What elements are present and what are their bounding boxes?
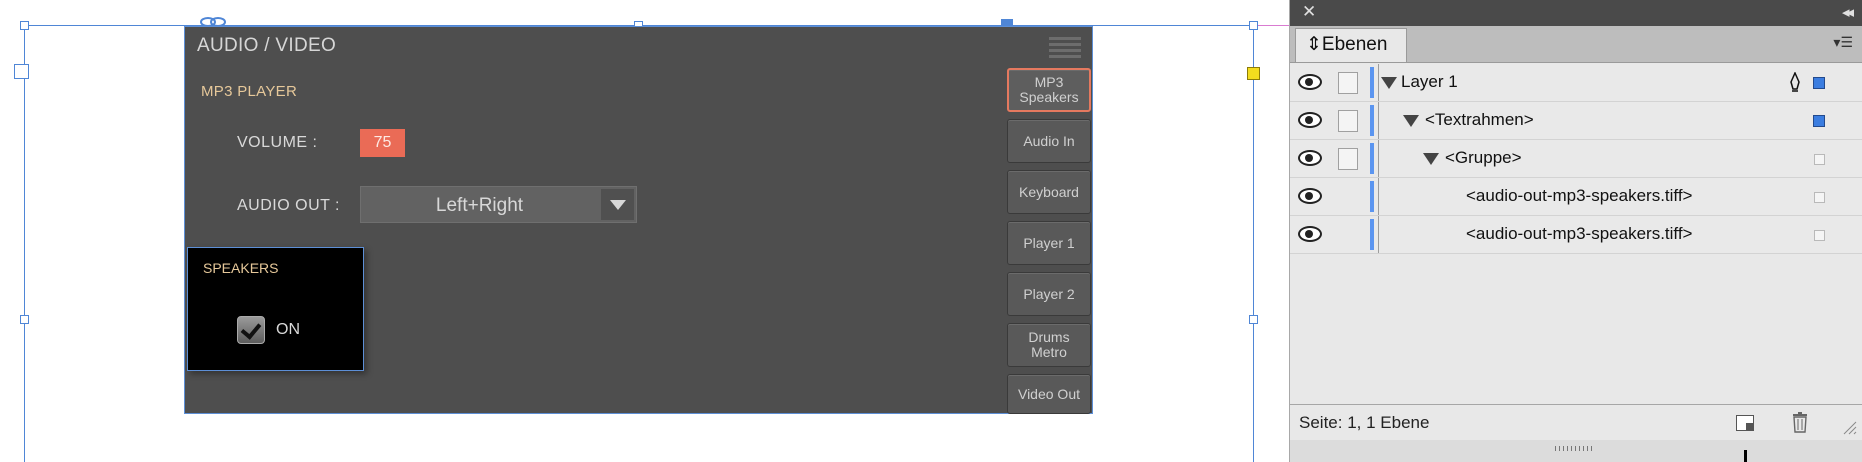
- layer-name: <audio-out-mp3-speakers.tiff>: [1466, 224, 1693, 243]
- audio-out-select[interactable]: Left+Right: [360, 186, 637, 223]
- expand-triangle-icon[interactable]: [1403, 115, 1419, 127]
- speakers-heading: SPEAKERS: [203, 260, 279, 276]
- guide-line-pink: [1254, 25, 1289, 26]
- tab-layers[interactable]: ⇕Ebenen: [1295, 28, 1407, 62]
- tab-audio-in[interactable]: Audio In: [1007, 119, 1091, 163]
- speakers-on-label: ON: [276, 321, 300, 338]
- audio-out-label: AUDIO OUT :: [237, 197, 340, 214]
- text-cursor-icon: [1744, 450, 1747, 462]
- audio-out-value: Left+Right: [435, 195, 524, 216]
- selection-indicator-empty[interactable]: [1814, 192, 1825, 203]
- layer-color-swatch: [1370, 105, 1374, 136]
- resize-handle-middle-right[interactable]: [1249, 315, 1258, 324]
- selection-indicator-empty[interactable]: [1814, 230, 1825, 241]
- panel-drag-grip[interactable]: [1290, 440, 1862, 462]
- tab-video-out[interactable]: Video Out: [1007, 374, 1091, 414]
- layers-panel: ✕ ◂◂ ⇕Ebenen ▾☰ Layer 1 <Textrahmen> <Gr…: [1289, 0, 1862, 462]
- visibility-eye-icon[interactable]: [1298, 188, 1322, 204]
- collapse-panel-icon[interactable]: ◂◂: [1842, 3, 1854, 21]
- expand-triangle-icon[interactable]: [1423, 153, 1439, 165]
- column-divider: [1378, 140, 1379, 177]
- resize-handle-top-left[interactable]: [20, 21, 29, 30]
- column-divider: [1378, 178, 1379, 215]
- chevron-down-icon[interactable]: [601, 189, 634, 220]
- tab-mp3-speakers-line1: MP3: [1034, 74, 1064, 90]
- pen-target-icon[interactable]: [1789, 72, 1801, 92]
- tab-drums-metro-line1: Drums: [1028, 329, 1070, 345]
- panel-footer: Seite: 1, 1 Ebene: [1290, 404, 1862, 441]
- layer-row[interactable]: <audio-out-mp3-speakers.tiff>: [1290, 216, 1862, 254]
- lock-toggle[interactable]: [1338, 110, 1358, 132]
- in-port-handle[interactable]: [14, 64, 29, 79]
- speakers-on-checkbox[interactable]: [237, 316, 265, 344]
- new-layer-icon[interactable]: [1736, 415, 1754, 431]
- close-icon[interactable]: ✕: [1302, 2, 1316, 22]
- lock-toggle[interactable]: [1338, 72, 1358, 94]
- visibility-eye-icon[interactable]: [1298, 150, 1322, 166]
- layer-color-swatch: [1370, 219, 1374, 250]
- mp3-player-heading: MP3 PLAYER: [201, 83, 298, 100]
- layer-color-swatch: [1370, 67, 1374, 98]
- tab-layers-label: Ebenen: [1321, 34, 1388, 55]
- tab-drums-metro[interactable]: Drums Metro: [1007, 323, 1091, 367]
- screen-title: AUDIO / VIDEO: [197, 35, 337, 56]
- selection-indicator-filled[interactable]: [1813, 77, 1825, 89]
- tab-player-2[interactable]: Player 2: [1007, 272, 1091, 316]
- selection-frame-left: [24, 25, 25, 462]
- trash-icon[interactable]: [1792, 411, 1808, 433]
- expand-triangle-icon[interactable]: [1381, 77, 1397, 89]
- layer-name: <Gruppe>: [1445, 148, 1522, 167]
- layer-row[interactable]: <Gruppe>: [1290, 140, 1862, 178]
- layer-name: Layer 1: [1401, 72, 1458, 91]
- panel-menu-icon[interactable]: ▾☰: [1833, 34, 1853, 51]
- selection-indicator-empty[interactable]: [1814, 154, 1825, 165]
- resize-handle-top-right[interactable]: [1249, 21, 1258, 30]
- page-layer-status: Seite: 1, 1 Ebene: [1299, 413, 1430, 432]
- tab-keyboard[interactable]: Keyboard: [1007, 170, 1091, 214]
- layer-color-swatch: [1370, 181, 1374, 212]
- layer-row[interactable]: Layer 1: [1290, 64, 1862, 102]
- visibility-eye-icon[interactable]: [1298, 226, 1322, 242]
- list-menu-icon: [1049, 37, 1081, 59]
- speakers-box: SPEAKERS ON: [187, 247, 364, 371]
- visibility-eye-icon[interactable]: [1298, 74, 1322, 90]
- panel-title-bar[interactable]: ✕ ◂◂: [1290, 0, 1862, 26]
- tab-drums-metro-line2: Metro: [1031, 344, 1067, 360]
- selection-frame-right: [1253, 25, 1254, 462]
- audio-video-screen[interactable]: AUDIO / VIDEO MP3 PLAYER VOLUME : 75 AUD…: [184, 26, 1093, 414]
- out-port-handle[interactable]: [1247, 67, 1260, 80]
- visibility-eye-icon[interactable]: [1298, 112, 1322, 128]
- volume-value[interactable]: 75: [360, 129, 405, 157]
- panel-tab-bar: ⇕Ebenen ▾☰: [1290, 26, 1862, 63]
- volume-label: VOLUME :: [237, 134, 318, 151]
- layer-name: <Textrahmen>: [1425, 110, 1534, 129]
- layer-name: <audio-out-mp3-speakers.tiff>: [1466, 186, 1693, 205]
- column-divider: [1378, 216, 1379, 253]
- tab-player-1[interactable]: Player 1: [1007, 221, 1091, 265]
- lock-toggle[interactable]: [1338, 148, 1358, 170]
- resize-handle-middle-left[interactable]: [20, 315, 29, 324]
- tab-sort-icon: ⇕: [1306, 34, 1322, 55]
- resize-grip-icon[interactable]: [1841, 419, 1857, 435]
- tab-mp3-speakers[interactable]: MP3 Speakers: [1007, 68, 1091, 112]
- layer-row[interactable]: <audio-out-mp3-speakers.tiff>: [1290, 178, 1862, 216]
- layer-row[interactable]: <Textrahmen>: [1290, 102, 1862, 140]
- layer-color-swatch: [1370, 143, 1374, 174]
- column-divider: [1378, 64, 1379, 101]
- selection-indicator-filled[interactable]: [1813, 115, 1825, 127]
- tab-mp3-speakers-line2: Speakers: [1019, 89, 1079, 105]
- column-divider: [1378, 102, 1379, 139]
